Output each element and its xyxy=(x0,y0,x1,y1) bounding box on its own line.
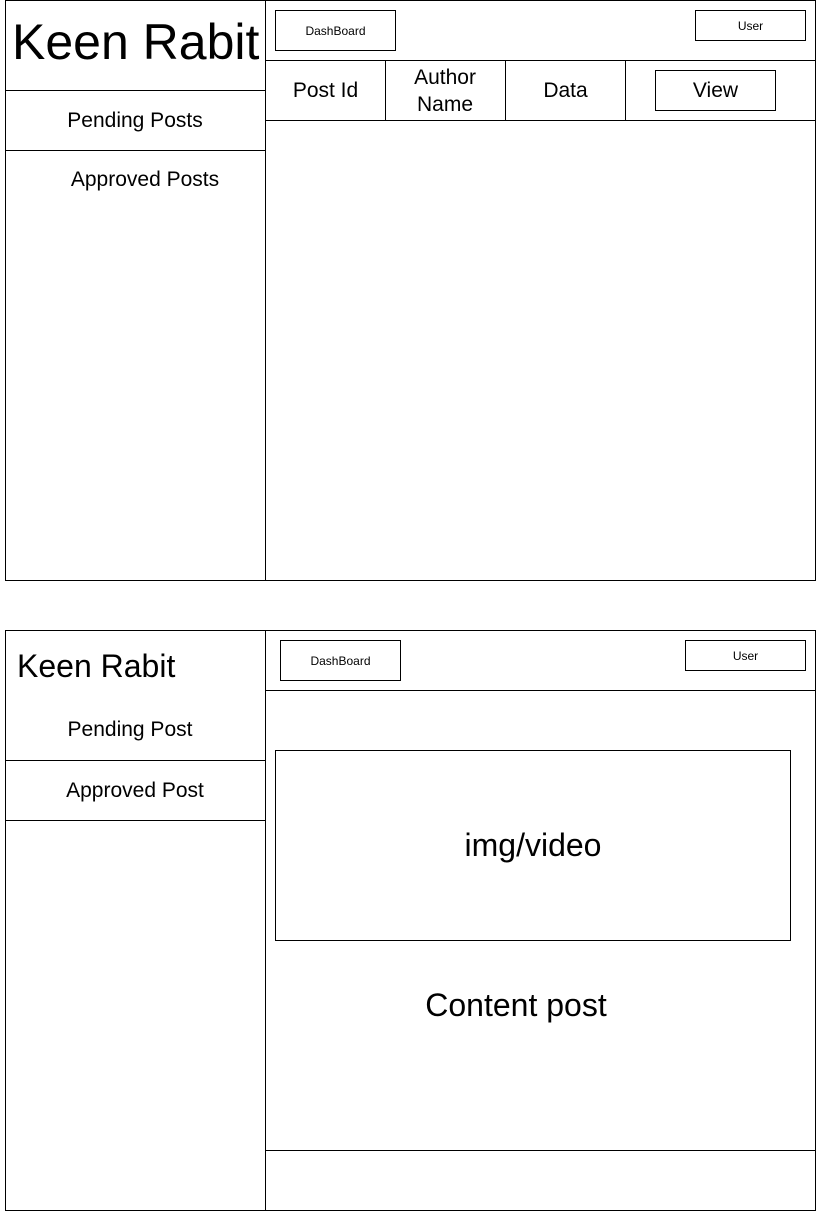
sidebar-row-divider xyxy=(5,820,266,821)
post-content-text: Content post xyxy=(425,986,607,1023)
brand-title: Keen Rabit xyxy=(12,14,260,70)
brand-title: Keen Rabit xyxy=(17,648,176,684)
column-header-post-id: Post Id xyxy=(292,79,359,102)
column-divider xyxy=(385,60,386,121)
sidebar-item-approved-post[interactable]: Approved Post xyxy=(5,761,265,820)
column-divider xyxy=(625,60,626,121)
list-view-frame: Keen Rabit Pending Posts Approved Posts … xyxy=(0,0,816,582)
user-button[interactable]: User xyxy=(695,10,806,41)
column-header-author-name: Author Name xyxy=(414,65,476,116)
table-header-bottom-border xyxy=(265,120,816,121)
header-bottom-border xyxy=(265,690,816,691)
user-button[interactable]: User xyxy=(685,640,806,671)
sidebar-item-pending-posts[interactable]: Pending Posts xyxy=(5,91,265,150)
sidebar-item-pending-post[interactable]: Pending Post xyxy=(0,700,260,760)
media-placeholder: img/video xyxy=(275,750,791,941)
column-header-data: Data xyxy=(543,79,588,102)
sidebar-item-approved-posts[interactable]: Approved Posts xyxy=(15,151,275,209)
dashboard-button[interactable]: DashBoard xyxy=(275,10,396,51)
detail-view-frame: Keen Rabit Pending Post Approved Post Da… xyxy=(0,630,816,1211)
sidebar-divider xyxy=(265,630,266,1211)
view-button[interactable]: View xyxy=(655,70,776,111)
dashboard-button[interactable]: DashBoard xyxy=(280,640,401,681)
footer-divider xyxy=(265,1150,816,1151)
